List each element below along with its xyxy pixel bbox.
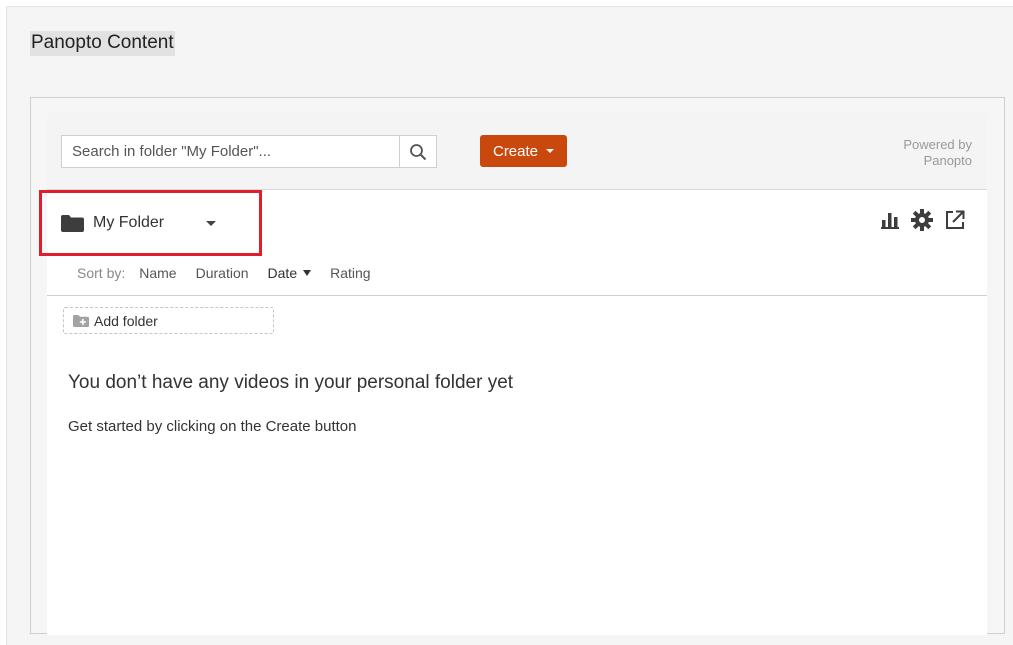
panopto-embed: Create Powered by Panopto My Folder <box>39 113 987 635</box>
search-box <box>61 135 437 168</box>
external-link-icon <box>946 210 965 229</box>
create-button-label: Create <box>492 142 539 160</box>
settings-button[interactable] <box>911 209 933 231</box>
sort-date[interactable]: Date <box>268 265 312 281</box>
caret-down-icon <box>303 270 312 276</box>
search-button[interactable] <box>399 136 436 167</box>
powered-by-line2: Panopto <box>923 153 972 168</box>
empty-state-title: You don’t have any videos in your person… <box>68 372 514 393</box>
highlight-annotation <box>39 190 262 256</box>
bar-chart-icon <box>881 213 899 229</box>
add-folder-icon <box>73 314 89 327</box>
stats-button[interactable] <box>881 211 899 229</box>
divider <box>47 295 987 296</box>
gear-icon <box>911 209 933 231</box>
add-folder-button[interactable]: Add folder <box>63 307 274 334</box>
page-title: Panopto Content <box>30 31 175 56</box>
sort-label: Sort by: <box>77 265 126 281</box>
search-icon <box>410 143 427 160</box>
open-external-button[interactable] <box>945 210 965 230</box>
chevron-down-icon <box>546 149 555 153</box>
sort-duration[interactable]: Duration <box>196 265 249 281</box>
sort-date-label: Date <box>267 265 298 281</box>
sort-rating[interactable]: Rating <box>330 265 370 281</box>
powered-by-line1: Powered by <box>903 137 972 152</box>
create-button[interactable]: Create <box>480 135 567 167</box>
panopto-panel: Create Powered by Panopto My Folder <box>30 97 1005 635</box>
add-folder-label: Add folder <box>94 312 158 329</box>
toolbar: Create Powered by Panopto <box>47 113 987 190</box>
search-input[interactable] <box>62 136 399 167</box>
sort-name[interactable]: Name <box>139 265 176 281</box>
empty-state-subtitle: Get started by clicking on the Create bu… <box>68 418 357 435</box>
sort-bar: Sort by: Name Duration Date Rating <box>77 265 371 281</box>
folder-actions <box>881 209 965 231</box>
powered-by: Powered by Panopto <box>903 137 972 169</box>
